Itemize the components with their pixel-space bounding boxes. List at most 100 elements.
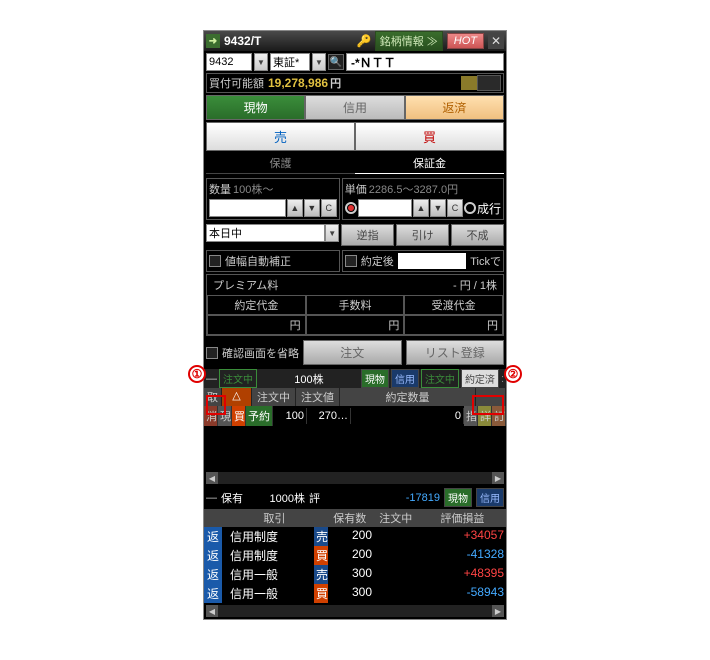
close-button[interactable]: ✕: [488, 33, 504, 49]
stock-info-button[interactable]: 銘柄情報 ≫: [375, 31, 443, 51]
holding-name: 信用一般: [222, 584, 314, 603]
tab-shinyou[interactable]: 信用: [305, 95, 404, 120]
radio-limit[interactable]: [345, 202, 357, 214]
radio-market[interactable]: [464, 202, 476, 214]
after-fill-label: 約定後: [361, 253, 394, 269]
title-bar: ➜ 9432/T 🔑 銘柄情報 ≫ HOT ✕: [204, 31, 506, 51]
validity-dropdown-button[interactable]: ▼: [325, 224, 339, 242]
orders-scrollbar[interactable]: ◀▶: [206, 472, 504, 484]
skip-confirm-checkbox[interactable]: [206, 347, 218, 359]
orders-tab-active[interactable]: 注文中: [421, 369, 459, 388]
return-button[interactable]: 返: [204, 546, 222, 565]
premium-col-2: 手数料: [306, 295, 405, 315]
premium-val-3: 円: [404, 315, 503, 335]
validity-select[interactable]: 本日中: [206, 224, 325, 242]
unit-hint: 2286.5～3287.0円: [369, 181, 458, 197]
return-button[interactable]: 返: [204, 527, 222, 546]
price-clear-button[interactable]: C: [447, 199, 463, 217]
premium-val-1: 円: [207, 315, 306, 335]
hot-button[interactable]: HOT: [447, 33, 484, 49]
holdings-scrollbar[interactable]: ◀▶: [206, 605, 504, 617]
qty-hint: 100株～: [233, 181, 273, 197]
btn-gyakushi[interactable]: 逆指: [341, 224, 394, 246]
orders-header: — 注文中 100株 現物 信用 注文中 約定済 :: [204, 369, 506, 388]
market-select[interactable]: 東証*: [270, 53, 310, 71]
register-list-button[interactable]: リスト登録: [406, 340, 505, 365]
trading-panel: ➜ 9432/T 🔑 銘柄情報 ≫ HOT ✕ 9432 ▼ 東証* ▼ 🔍 -…: [203, 30, 507, 620]
order-filled: 0: [351, 408, 464, 424]
price-up-button[interactable]: ▲: [413, 199, 429, 217]
tick-input[interactable]: [398, 253, 466, 269]
buy-sell-tabs: 売 買: [204, 122, 506, 153]
holdings-tab-genbutsu[interactable]: 現物: [444, 488, 472, 507]
holdings-tab-shinyou[interactable]: 信用: [476, 488, 504, 507]
orders-tab-genbutsu[interactable]: 現物: [361, 369, 389, 388]
holding-bs: 売: [314, 527, 328, 546]
code-select[interactable]: 9432: [206, 53, 252, 71]
sub-tabs: 保護 保証金: [204, 153, 506, 176]
stock-name-field[interactable]: -*ＮＴＴ: [346, 53, 504, 71]
sub-tab-2[interactable]: 保証金: [355, 153, 504, 174]
funds-label: 買付可能額: [209, 75, 264, 91]
holdings-section: — 保有 1000株 評 -17819 現物 信用 取引 保有数 注文中 評価損…: [204, 486, 506, 603]
premium-col-3: 受渡代金: [404, 295, 503, 315]
premium-col-1: 約定代金: [207, 295, 306, 315]
qty-down-button[interactable]: ▼: [304, 199, 320, 217]
auto-adjust-label: 値幅自動補正: [225, 253, 291, 269]
tick-label: Tickで: [470, 253, 501, 269]
holding-ord: [374, 565, 420, 584]
code-dropdown-button[interactable]: ▼: [254, 53, 268, 71]
search-icon[interactable]: 🔍: [328, 54, 344, 70]
holding-qty: 200: [328, 527, 374, 546]
options-section: 値幅自動補正 約定後 Tickで: [204, 248, 506, 274]
unit-label: 単価: [345, 181, 367, 197]
holdings-row: 返信用一般売300+48395: [204, 565, 506, 584]
price-down-button[interactable]: ▼: [430, 199, 446, 217]
orders-shares: 100株: [259, 371, 359, 387]
holding-name: 信用一般: [222, 565, 314, 584]
holding-ord: [374, 584, 420, 603]
auto-adjust-checkbox[interactable]: [209, 255, 221, 267]
market-dropdown-button[interactable]: ▼: [312, 53, 326, 71]
validity-section: 本日中 ▼ 逆指 引け 不成: [204, 222, 506, 248]
holding-qty: 200: [328, 546, 374, 565]
holding-ord: [374, 546, 420, 565]
qty-clear-button[interactable]: C: [321, 199, 337, 217]
order-row: 消 現 買 予約 100 270… 0 指 詳 訂: [204, 406, 506, 426]
holdings-label: 保有: [221, 490, 243, 506]
tab-sell[interactable]: 売: [206, 122, 355, 151]
btn-funari[interactable]: 不成: [451, 224, 504, 246]
orders-tab-filled[interactable]: 約定済: [461, 369, 499, 388]
holdings-shares: 1000株: [247, 490, 305, 506]
order-buttons-row: 確認画面を省略 注文 リスト登録: [204, 336, 506, 369]
premium-table: プレミアム料 - 円 / 1株 約定代金 手数料 受渡代金 円 円 円: [206, 274, 504, 336]
market-order-label: 成行: [477, 200, 501, 217]
stock-selector-row: 9432 ▼ 東証* ▼ 🔍 -*ＮＴＴ: [204, 51, 506, 73]
tab-hensai[interactable]: 返済: [405, 95, 504, 120]
holding-bs: 買: [314, 546, 328, 565]
chart-icon[interactable]: [477, 75, 501, 91]
highlight-box-1: [206, 395, 226, 415]
submit-order-button[interactable]: 注文: [303, 340, 402, 365]
qty-up-button[interactable]: ▲: [287, 199, 303, 217]
orders-table-header: 取 △ 注文中 注文値 約定数量: [204, 388, 506, 406]
holding-bs: 売: [314, 565, 328, 584]
btn-hike[interactable]: 引け: [396, 224, 449, 246]
callout-2: ②: [504, 365, 522, 383]
holding-ord: [374, 527, 420, 546]
funds-value: 19,278,986円: [268, 75, 459, 91]
highlight-box-2: [472, 395, 504, 415]
price-input[interactable]: [358, 199, 412, 217]
tab-buy[interactable]: 買: [355, 122, 504, 151]
after-fill-checkbox[interactable]: [345, 255, 357, 267]
callout-1: ①: [188, 365, 206, 383]
tab-genbutsu[interactable]: 現物: [206, 95, 305, 120]
return-button[interactable]: 返: [204, 584, 222, 603]
return-button[interactable]: 返: [204, 565, 222, 584]
holdings-eval-value: -17819: [324, 492, 440, 504]
sub-tab-1[interactable]: 保護: [206, 153, 355, 174]
orders-tab-shinyou[interactable]: 信用: [391, 369, 419, 388]
key-icon: 🔑: [357, 34, 371, 48]
qty-input[interactable]: [209, 199, 286, 217]
warning-icon[interactable]: [461, 76, 477, 90]
